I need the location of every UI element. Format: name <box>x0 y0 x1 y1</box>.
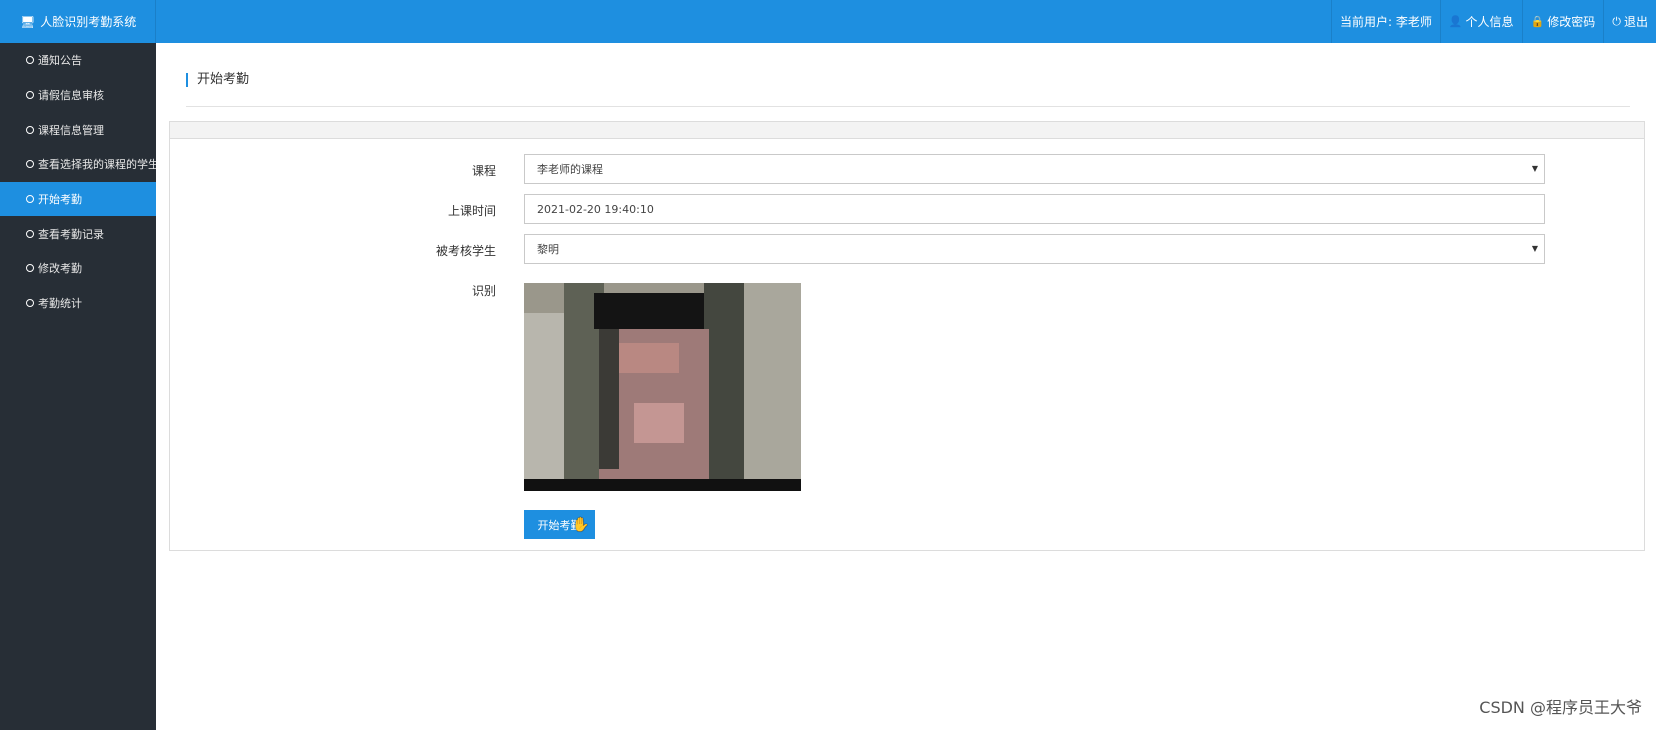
caret-down-icon: ▼ <box>1531 164 1538 173</box>
title-divider <box>186 106 1630 107</box>
watermark: CSDN @程序员王大爷 <box>1479 698 1642 717</box>
page-title: 开始考勤 <box>186 73 249 87</box>
main-content: 开始考勤 课程 李老师的课程 ▼ 上课时间 2021-02-20 19:40:1… <box>156 43 1656 730</box>
circle-icon <box>26 299 34 308</box>
sidebar-item-my-students[interactable]: 查看选择我的课程的学生 <box>0 147 156 182</box>
top-bar: 🖥 人脸识别考勤系统 当前用户: 李老师 👤 个人信息 🔒 修改密码 ⏻ 退出 <box>0 0 1656 43</box>
sidebar-item-course-management[interactable]: 课程信息管理 <box>0 112 156 147</box>
time-input[interactable]: 2021-02-20 19:40:10 <box>524 194 1545 224</box>
student-label: 被考核学生 <box>435 244 496 258</box>
app-title: 人脸识别考勤系统 <box>40 15 137 29</box>
sidebar-item-notice[interactable]: 通知公告 <box>0 43 156 78</box>
recognize-label: 识别 <box>471 284 496 298</box>
hand-cursor-icon: ✋ <box>572 517 590 533</box>
time-label: 上课时间 <box>447 204 496 218</box>
circle-icon <box>26 195 34 204</box>
attendance-form-panel: 课程 李老师的课程 ▼ 上课时间 2021-02-20 19:40:10 被考核… <box>169 121 1645 551</box>
circle-icon <box>26 229 34 238</box>
header-actions: 当前用户: 李老师 👤 个人信息 🔒 修改密码 ⏻ 退出 <box>1330 0 1656 43</box>
circle-icon <box>26 125 34 134</box>
sidebar-item-start-attendance[interactable]: 开始考勤 <box>0 181 156 217</box>
user-icon: 👤 <box>1448 15 1463 28</box>
panel-header <box>170 122 1644 139</box>
monitor-icon: 🖥 <box>20 14 36 29</box>
lock-icon: 🔒 <box>1530 15 1545 28</box>
camera-preview <box>524 283 801 491</box>
course-label: 课程 <box>471 164 496 178</box>
app-brand[interactable]: 🖥 人脸识别考勤系统 <box>0 0 156 43</box>
circle-icon <box>26 91 34 100</box>
sidebar-item-leave-review[interactable]: 请假信息审核 <box>0 78 156 113</box>
sidebar: 通知公告 请假信息审核 课程信息管理 查看选择我的课程的学生 开始考勤 查看考勤… <box>0 43 156 730</box>
sidebar-item-edit-attendance[interactable]: 修改考勤 <box>0 251 156 286</box>
current-user: 当前用户: 李老师 <box>1330 0 1440 43</box>
course-select[interactable]: 李老师的课程 ▼ <box>524 154 1545 184</box>
power-icon: ⏻ <box>1612 14 1621 28</box>
logout-link[interactable]: ⏻ 退出 <box>1603 0 1656 43</box>
caret-down-icon: ▼ <box>1531 244 1538 253</box>
circle-icon <box>26 56 34 65</box>
change-password-link[interactable]: 🔒 修改密码 <box>1521 0 1604 43</box>
circle-icon <box>26 160 34 169</box>
sidebar-item-attendance-records[interactable]: 查看考勤记录 <box>0 216 156 251</box>
profile-link[interactable]: 👤 个人信息 <box>1439 0 1522 43</box>
circle-icon <box>26 264 34 273</box>
student-select[interactable]: 黎明 ▼ <box>524 234 1545 264</box>
start-attendance-button[interactable]: 开始考勤 ✋ <box>524 510 595 539</box>
sidebar-item-attendance-stats[interactable]: 考勤统计 <box>0 286 156 321</box>
